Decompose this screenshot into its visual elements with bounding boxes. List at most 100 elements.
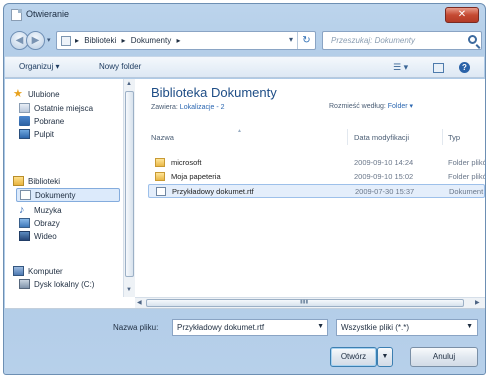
sidebar-item-label: Muzyka [34,205,62,215]
column-divider[interactable] [442,129,443,145]
search-input[interactable]: Przeszukaj: Dokumenty [322,31,482,50]
breadcrumb-separator[interactable]: ▸ [176,36,180,45]
file-row-selected[interactable]: Przykładowy dokumet.rtf 2009-07-30 15:37… [148,184,485,198]
sidebar-item-videos[interactable]: Wideo [19,231,57,241]
file-type-value: Wszystkie pliki (*.*) [341,323,410,332]
file-name: Moja papeteria [171,172,221,181]
desktop-icon [19,129,30,139]
scrollbar-thumb[interactable] [125,91,134,277]
file-date: 2009-07-30 15:37 [355,187,415,196]
file-name: Przykładowy dokumet.rtf [172,187,254,196]
filename-field[interactable]: Przykładowy dokumet.rtf ▼ [172,319,328,336]
open-options-dropdown-button[interactable]: ▼ [377,347,393,367]
organize-button[interactable]: Organizuj ▾ [19,62,59,71]
file-row[interactable]: microsoft 2009-09-10 14:24 Folder plików [148,156,485,170]
library-includes: Zawiera: Lokalizacje - 2 [151,104,225,111]
sidebar-item-label: Ulubione [28,89,60,99]
file-name: microsoft [171,158,202,167]
sidebar-item-recent-places[interactable]: Ostatnie miejsca [19,103,93,113]
library-icon [61,36,71,46]
open-file-dialog: Otwieranie ✕ ◀ ▶ ▾ ▸ Biblioteki ▸ Dokume… [3,3,486,375]
sidebar-item-label: Wideo [34,231,57,241]
cancel-button[interactable]: Anuluj [410,347,478,367]
sidebar-item-label: Biblioteki [28,176,61,186]
new-folder-button[interactable]: Nowy folder [99,62,141,71]
column-header-date[interactable]: Data modyfikacji [354,133,409,142]
breadcrumb-separator: ▸ [75,36,80,45]
sidebar-item-libraries[interactable]: Biblioteki [13,176,60,186]
file-type: Folder plików [448,158,485,167]
window-icon [11,9,22,21]
close-button[interactable]: ✕ [445,7,479,23]
navigation-pane: ★ Ulubione Ostatnie miejsca Pobrane Pulp… [5,79,123,299]
sidebar-item-label: Dysk lokalny (C:) [34,279,95,289]
scroll-left-icon[interactable]: ◀ [137,299,142,306]
breadcrumb: ▸ Biblioteki ▸ Dokumenty ▸ [75,36,183,45]
filename-label: Nazwa pliku: [113,323,159,332]
sort-arrow-icon: ▲ [237,128,242,134]
recent-pages-dropdown[interactable]: ▾ [47,36,51,44]
sidebar-item-favorites[interactable]: ★ Ulubione [13,89,60,100]
sidebar-item-label: Ostatnie miejsca [34,103,94,113]
column-divider[interactable] [347,129,348,145]
scroll-right-icon[interactable]: ▶ [475,299,480,306]
libraries-icon [13,176,24,186]
arrange-by: Rozmieść według: Folder ▾ [329,102,413,110]
sidebar-item-desktop[interactable]: Pulpit [19,129,54,139]
view-options-icon[interactable]: ☰ ▾ [393,62,408,73]
sidebar-item-computer[interactable]: Komputer [13,266,63,276]
music-icon: ♪ [19,204,25,216]
sidebar-item-label: Pobrane [34,116,65,126]
title-bar[interactable]: Otwieranie ✕ [4,4,485,26]
sidebar-item-downloads[interactable]: Pobrane [19,116,64,126]
sidebar-item-pictures[interactable]: Obrazy [19,218,60,228]
open-button[interactable]: Otwórz [330,347,377,367]
search-placeholder: Przeszukaj: Dokumenty [331,36,416,45]
computer-icon [13,266,24,276]
scroll-up-icon[interactable]: ▲ [126,81,132,87]
filename-history-dropdown-icon[interactable]: ▼ [317,323,324,330]
arrange-by-dropdown[interactable]: Folder ▾ [388,103,413,110]
library-title: Biblioteka Dokumenty [151,85,277,100]
browser-area: ★ Ulubione Ostatnie miejsca Pobrane Pulp… [5,79,485,309]
forward-button[interactable]: ▶ [26,31,45,50]
breadcrumb-item[interactable]: Biblioteki [84,36,116,45]
scroll-down-icon[interactable]: ▼ [126,287,132,293]
breadcrumb-separator: ▸ [121,36,126,45]
documents-icon [20,190,31,200]
videos-icon [19,231,30,241]
sidebar-item-music[interactable]: ♪ Muzyka [19,204,62,216]
address-bar[interactable]: ▸ Biblioteki ▸ Dokumenty ▸ ▾ ↻ [56,31,316,50]
help-icon[interactable]: ? [459,62,470,73]
file-date: 2009-09-10 15:02 [354,172,414,181]
file-type: Folder plików [448,172,485,181]
sidebar-scrollbar[interactable]: ▲ ▼ [123,79,135,297]
sidebar-item-label: Pulpit [34,129,55,139]
column-header-type[interactable]: Typ [448,133,460,142]
hard-drive-icon [19,279,30,289]
scrollbar-grip-icon: ▮▮▮ [300,299,309,305]
document-icon [156,187,166,196]
folder-icon [155,158,165,167]
refresh-icon[interactable]: ↻ [297,32,315,49]
arrange-by-label: Rozmieść według: [329,103,386,110]
file-row[interactable]: Moja papeteria 2009-09-10 15:02 Folder p… [148,170,485,184]
filename-value: Przykładowy dokumet.rtf [177,323,265,332]
sidebar-item-local-disk[interactable]: Dysk lokalny (C:) [19,279,94,289]
column-header-name[interactable]: Nazwa [151,133,174,142]
search-icon[interactable] [468,35,477,44]
sidebar-item-label: Obrazy [34,218,60,228]
sidebar-item-documents[interactable]: Dokumenty [16,188,120,202]
window-title: Otwieranie [26,9,70,19]
horizontal-scrollbar[interactable]: ◀ ▮▮▮ ▶ [135,297,485,308]
includes-link[interactable]: Lokalizacje - 2 [180,104,225,111]
folder-icon [155,172,165,181]
includes-label: Zawiera: [151,104,178,111]
file-type-select[interactable]: Wszystkie pliki (*.*) ▼ [336,319,478,336]
recent-places-icon [19,103,30,113]
file-date: 2009-09-10 14:24 [354,158,414,167]
address-dropdown-icon[interactable]: ▾ [289,35,293,44]
preview-pane-icon[interactable] [433,63,444,73]
navigation-row: ◀ ▶ ▾ ▸ Biblioteki ▸ Dokumenty ▸ ▾ ↻ Prz… [8,30,482,52]
breadcrumb-item[interactable]: Dokumenty [131,36,171,45]
